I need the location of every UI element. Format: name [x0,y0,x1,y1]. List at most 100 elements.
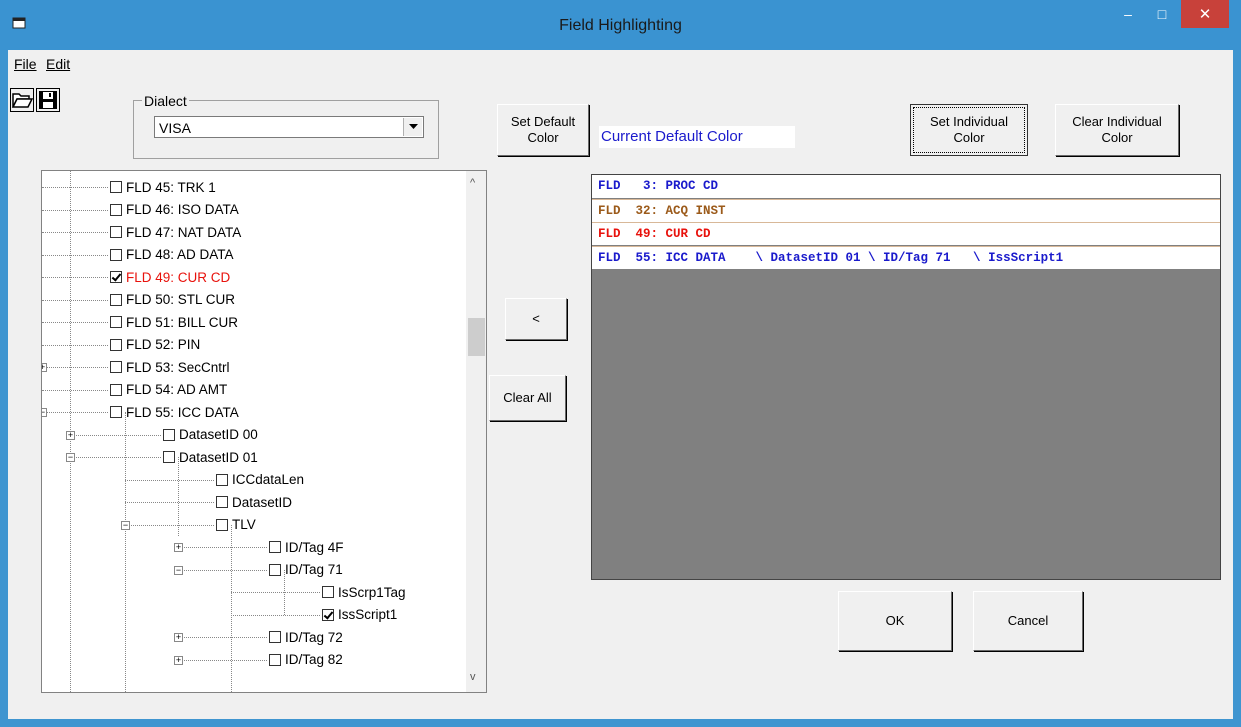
tree-item-checkbox[interactable] [110,361,122,373]
tree-item[interactable]: ID/Tag 72 [269,626,343,648]
tree-item-label: FLD 49: CUR CD [126,269,231,285]
expand-icon[interactable]: + [66,430,75,440]
expand-icon[interactable]: + [174,655,183,665]
tree-connector [42,232,108,233]
tree-item-checkbox[interactable] [110,406,122,418]
scroll-down-icon[interactable]: v [470,671,476,683]
collapse-icon[interactable]: − [174,565,183,575]
expand-icon[interactable]: + [174,633,183,642]
tree-connector [42,412,108,413]
tree-item[interactable]: DatasetID 01 [163,446,258,468]
tree-scrollbar[interactable]: ^ v [466,171,486,692]
tree-item[interactable]: FLD 53: SecCntrl [110,356,230,378]
tree-item-checkbox[interactable] [110,293,122,306]
tree-item[interactable]: ID/Tag 82 [269,649,343,671]
tree-item-checkbox[interactable] [110,226,122,238]
close-button[interactable]: ✕ [1181,0,1229,28]
set-default-color-button[interactable]: Set Default Color [497,104,589,156]
tree-item[interactable]: IsScrp1Tag [322,581,406,603]
move-left-button[interactable]: < [505,298,567,340]
tree-item[interactable]: ICCdataLen [216,469,304,491]
tree-item[interactable]: FLD 48: AD DATA [110,244,234,266]
tree-item[interactable]: IssScript1 [322,604,397,626]
tree-item-label: FLD 45: TRK 1 [126,179,216,195]
minimize-button[interactable]: – [1112,0,1144,28]
ok-button[interactable]: OK [838,591,952,651]
tree-item-label: ID/Tag 72 [285,629,343,645]
maximize-button[interactable]: □ [1146,0,1178,28]
tree-item-checkbox[interactable] [110,203,122,216]
cancel-button[interactable]: Cancel [973,591,1083,651]
collapse-icon[interactable]: − [66,453,75,462]
scroll-up-icon[interactable]: ^ [470,177,475,189]
tree-item[interactable]: FLD 52: PIN [110,334,200,356]
list-item[interactable]: FLD 3: PROC CD [592,175,1220,198]
tree-item[interactable]: FLD 50: STL CUR [110,289,235,311]
tree-connector [178,637,267,638]
tree-item[interactable]: DatasetID [216,491,292,513]
tree-item[interactable]: FLD 45: TRK 1 [110,176,216,198]
field-tree[interactable]: FLD 45: TRK 1 FLD 46: ISO DATA FLD 47: NAT… [41,170,487,693]
clear-all-button[interactable]: Clear All [489,375,566,421]
tree-connector [42,367,108,368]
save-button[interactable] [36,88,60,112]
tree-connector [42,389,108,391]
tree-item-label: ID/Tag 4F [285,539,344,555]
tree-item-checkbox[interactable] [110,181,122,193]
tree-item-label: FLD 54: AD AMT [126,382,228,397]
menu-edit[interactable]: Edit [46,56,70,72]
tree-connector [178,547,267,548]
tree-item-checkbox[interactable] [269,631,281,643]
tree-item-checkbox[interactable] [269,563,281,576]
set-default-color-label: Set Default Color [511,114,575,146]
tree-item[interactable]: TLV [216,514,256,536]
tree-item-checkbox[interactable] [322,608,334,621]
tree-item[interactable]: FLD 51: BILL CUR [110,311,238,333]
tree-item[interactable]: ID/Tag 71 [269,559,343,581]
tree-item-checkbox[interactable] [110,248,122,261]
chevron-down-icon[interactable] [403,118,422,136]
dialect-dropdown[interactable]: VISA [154,116,424,138]
tree-item[interactable]: FLD 54: AD AMT [110,379,227,401]
tree-item-checkbox[interactable] [110,383,122,396]
scrollbar-thumb[interactable] [468,318,485,356]
dialect-label: Dialect [142,93,189,109]
tree-item-checkbox[interactable] [163,428,175,441]
list-item[interactable]: FLD 55: ICC DATA \ DatasetID 01 \ ID/Tag… [592,245,1220,269]
tree-item[interactable]: ID/Tag 4F [269,536,344,558]
selected-fields-list[interactable]: FLD 3: PROC CD FLD 32: ACQ INST FLD 49: CU… [591,174,1221,580]
tree-connector [70,434,161,436]
tree-item-checkbox[interactable] [110,338,122,351]
tree-item-checkbox[interactable] [269,541,281,553]
tree-connector [178,569,267,571]
tree-connector [231,524,232,692]
tree-item[interactable]: FLD 49: CUR CD [110,266,230,288]
tree-item[interactable]: FLD 46: ISO DATA [110,199,239,221]
open-button[interactable] [10,88,34,112]
expand-icon[interactable]: + [42,363,47,372]
tree-item[interactable]: DatasetID 00 [163,424,258,446]
window-title: Field Highlighting [559,17,682,34]
tree-item-checkbox[interactable] [110,316,122,328]
tree-item-label: TLV [232,517,256,532]
list-item[interactable]: FLD 49: CUR CD [592,222,1220,245]
tree-item-checkbox[interactable] [110,271,122,283]
list-item[interactable]: FLD 32: ACQ INST [592,198,1220,222]
tree-item-label: FLD 55: ICC DATA [126,404,239,420]
tree-connector [42,299,108,301]
tree-item-checkbox[interactable] [163,451,175,463]
tree-item-checkbox[interactable] [322,586,334,598]
expand-icon[interactable]: + [174,543,183,552]
tree-item-label: DatasetID 01 [179,449,258,465]
tree-item-checkbox[interactable] [216,473,228,486]
set-individual-color-button[interactable]: Set Individual Color [910,104,1028,156]
tree-item[interactable]: FLD 47: NAT DATA [110,221,241,243]
menu-file[interactable]: File [14,56,37,72]
tree-item[interactable]: FLD 55: ICC DATA [110,401,239,423]
collapse-icon[interactable]: − [121,520,130,530]
clear-individual-color-button[interactable]: Clear Individual Color [1055,104,1179,156]
tree-item-checkbox[interactable] [269,653,281,666]
collapse-icon[interactable]: − [42,408,47,417]
tree-item-checkbox[interactable] [216,518,228,531]
tree-item-checkbox[interactable] [216,496,228,508]
